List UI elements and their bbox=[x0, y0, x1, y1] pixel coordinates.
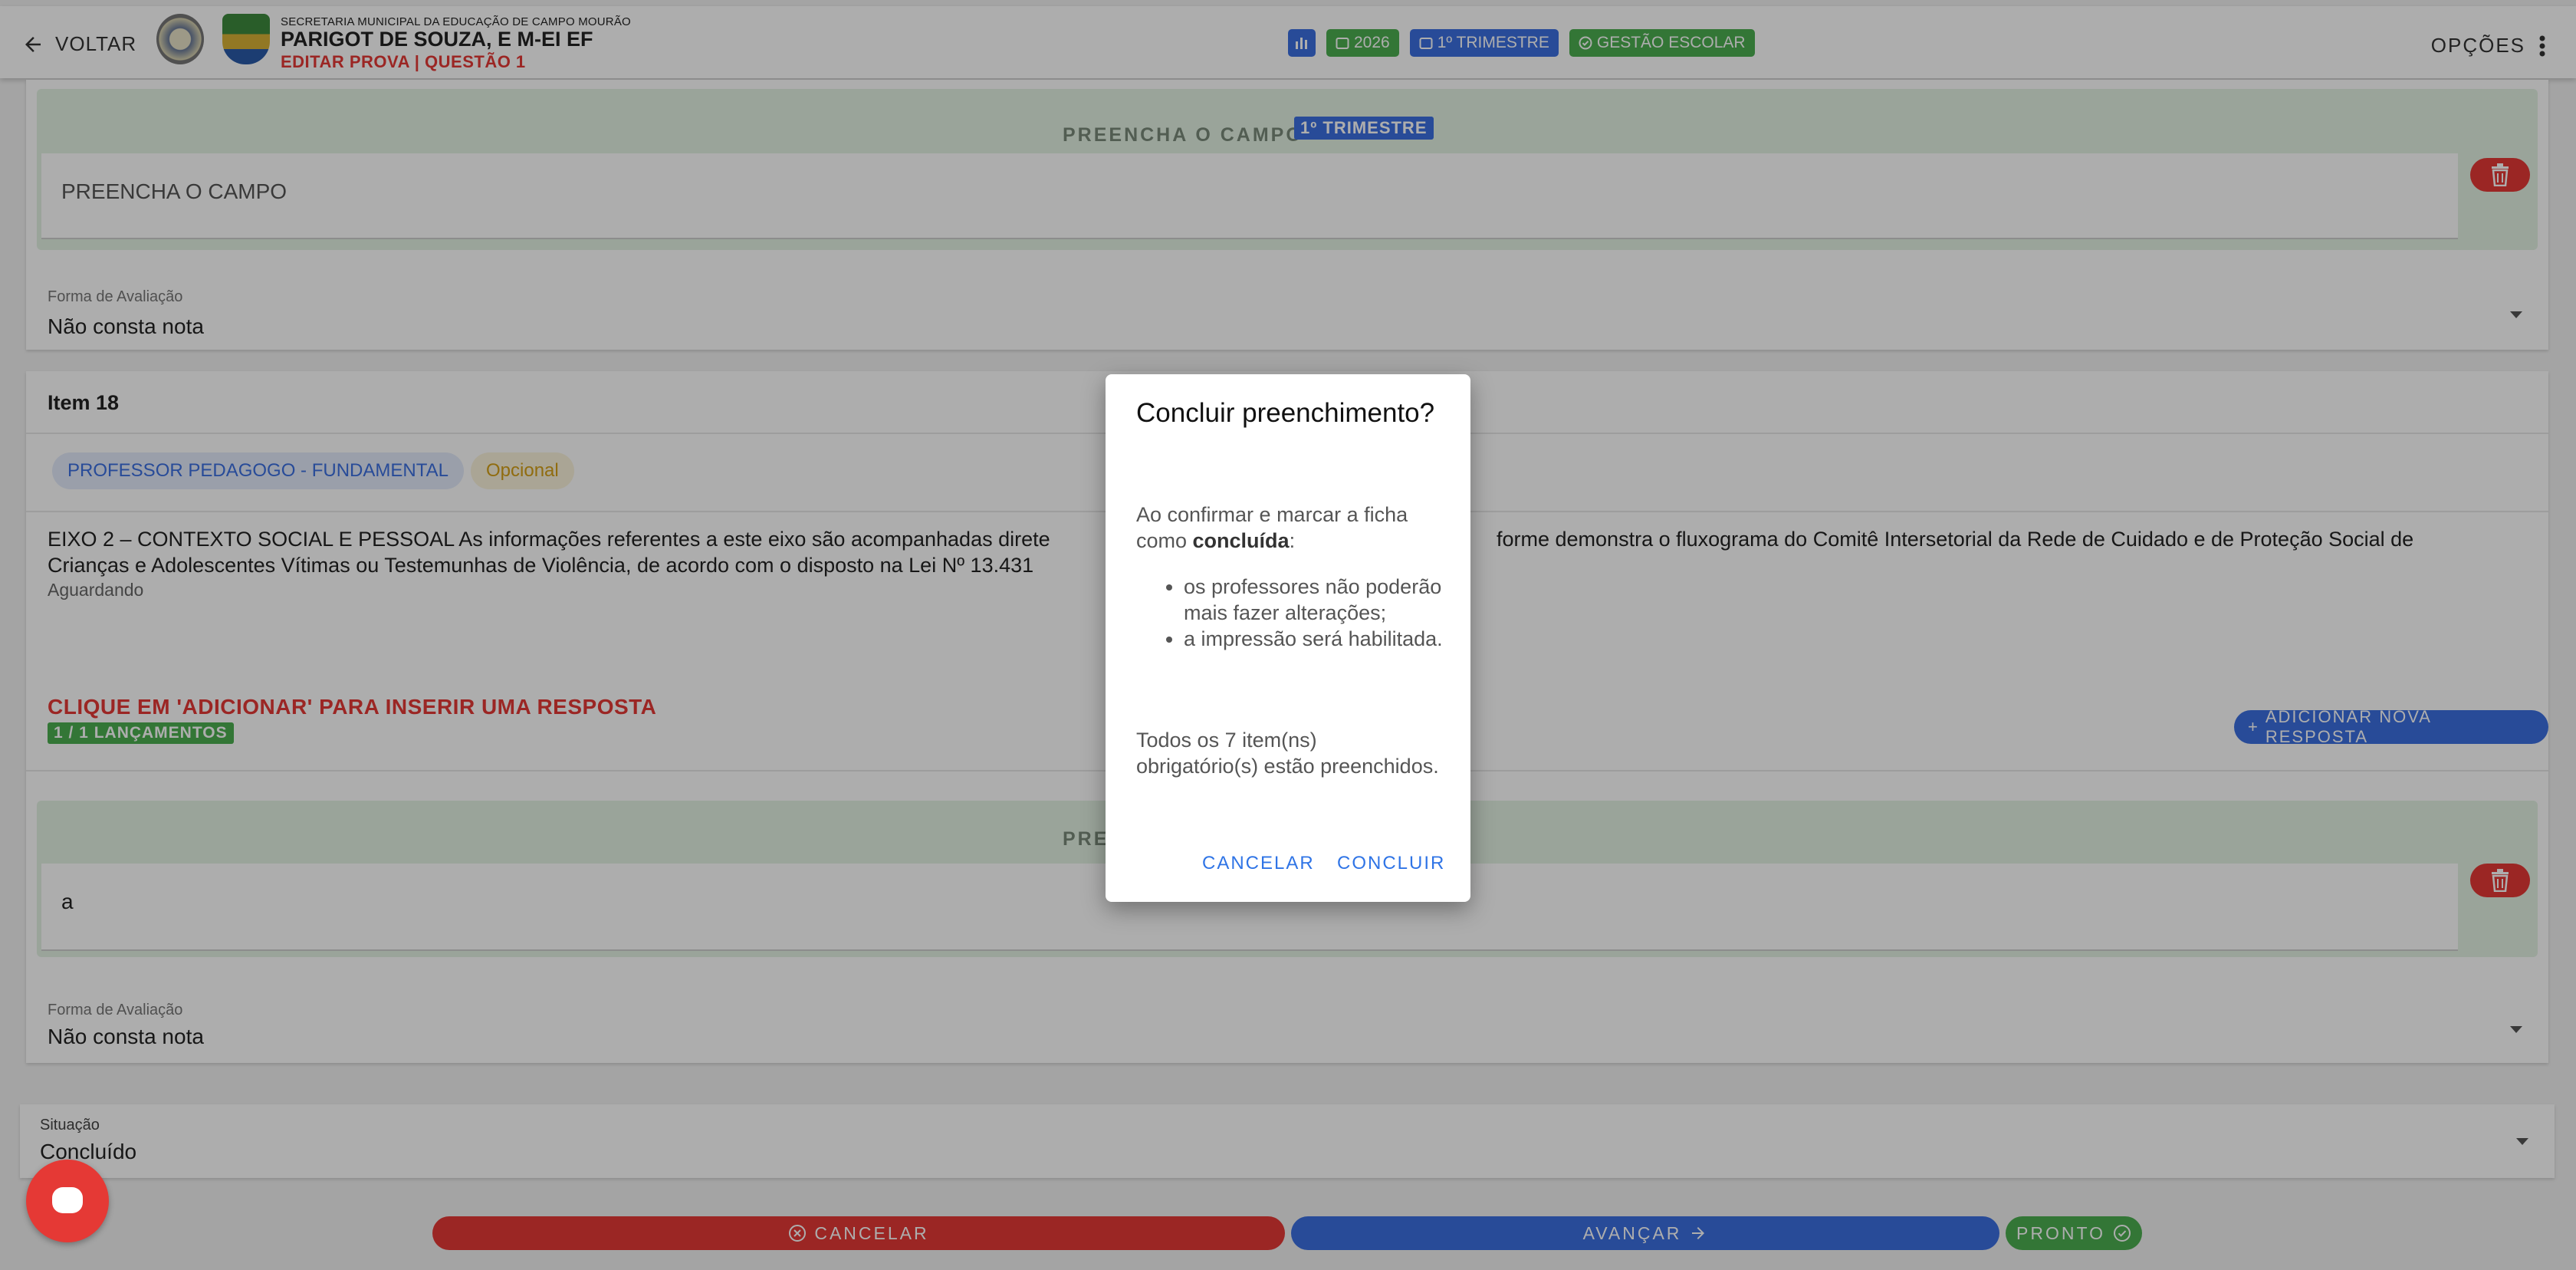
list-item: os professores não poderão mais fazer al… bbox=[1184, 574, 1460, 626]
dialog-summary: Todos os 7 item(ns) obrigatório(s) estão… bbox=[1136, 729, 1439, 778]
dialog-consequences-list: os professores não poderão mais fazer al… bbox=[1156, 574, 1460, 652]
dialog-intro-bold: concluída bbox=[1192, 529, 1290, 552]
chat-bubble-icon bbox=[52, 1187, 83, 1213]
list-item: a impressão será habilitada. bbox=[1184, 626, 1460, 652]
dialog-title: Concluir preenchimento? bbox=[1136, 398, 1435, 428]
chat-button[interactable] bbox=[26, 1160, 109, 1242]
dialog-confirm-button[interactable]: CONCLUIR bbox=[1337, 853, 1445, 874]
dialog-cancel-button[interactable]: CANCELAR bbox=[1202, 853, 1315, 874]
confirm-dialog: Concluir preenchimento? Ao confirmar e m… bbox=[1106, 374, 1470, 902]
dialog-intro-colon: : bbox=[1289, 529, 1296, 552]
dialog-intro: Ao confirmar e marcar a ficha como concl… bbox=[1136, 502, 1443, 554]
